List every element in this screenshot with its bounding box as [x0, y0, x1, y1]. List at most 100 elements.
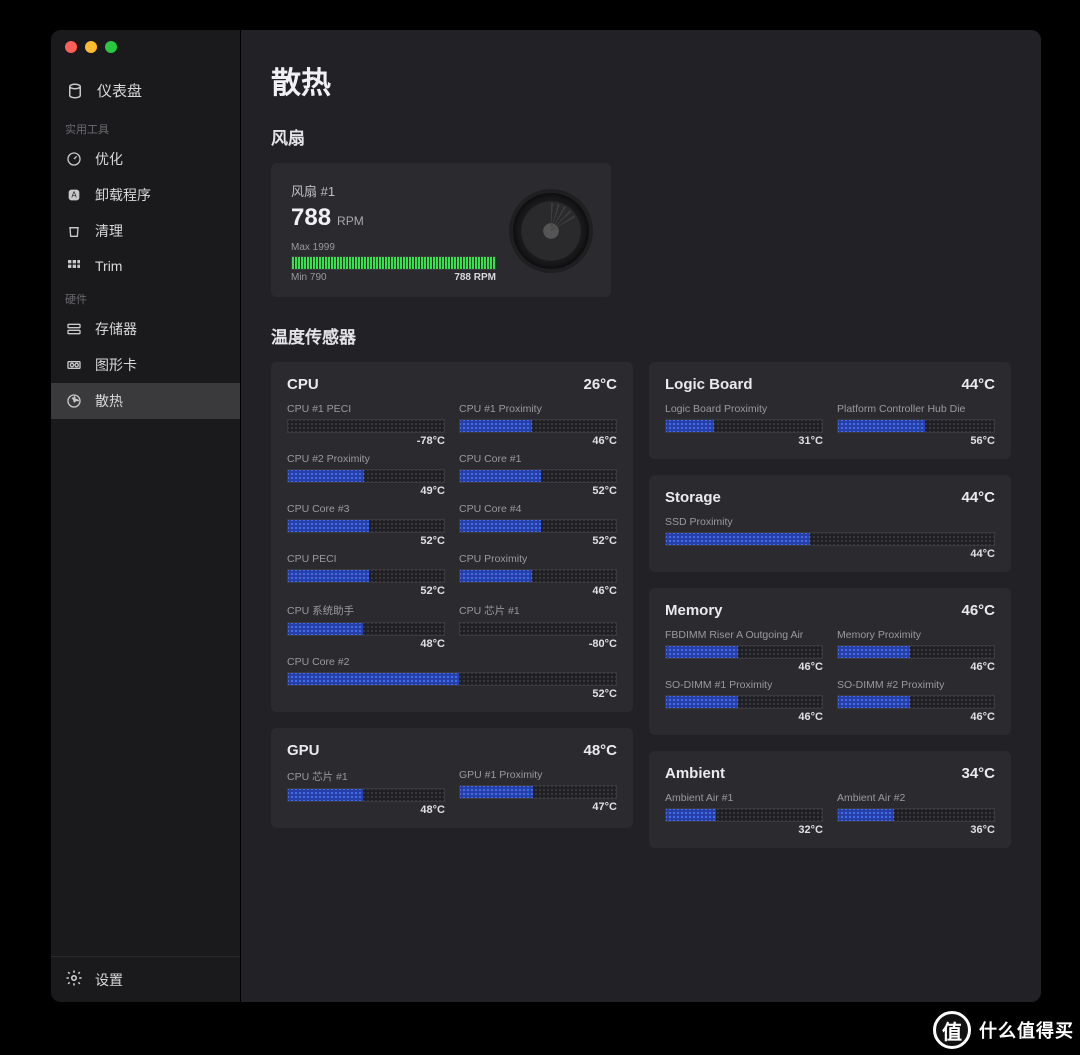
- sidebar-item-clean[interactable]: 清理: [51, 213, 240, 249]
- fan-bar: [291, 256, 496, 270]
- sidebar-item-thermal[interactable]: 散热: [51, 383, 240, 419]
- sensor-value: 56°C: [837, 435, 995, 447]
- sensor-bar: [287, 672, 617, 686]
- dashboard-icon: [65, 81, 85, 101]
- sidebar-item-label: 清理: [95, 221, 123, 241]
- fans-heading: 风扇: [271, 124, 1011, 149]
- sensor-value: 46°C: [459, 435, 617, 447]
- sensor-bar: [837, 645, 995, 659]
- sensor-bar: [665, 532, 995, 546]
- sensor-item: CPU Core #252°C: [287, 656, 617, 700]
- sensor-value: 52°C: [287, 585, 445, 597]
- gear-icon: [65, 969, 83, 990]
- fan-rpm-value: 788: [291, 204, 331, 232]
- sidebar-section-tools: 实用工具: [51, 113, 240, 141]
- sensor-item: CPU Core #352°C: [287, 503, 445, 547]
- window-controls: [51, 30, 240, 64]
- sensor-value: 48°C: [287, 638, 445, 650]
- sensors-col-right: Logic Board 44°C Logic Board Proximity31…: [649, 362, 1011, 848]
- sidebar-item-label: 优化: [95, 149, 123, 169]
- fan-min: Min 790: [291, 272, 327, 283]
- sensor-bar: [459, 569, 617, 583]
- sensor-label: GPU #1 Proximity: [459, 769, 617, 781]
- sensor-item: CPU #1 Proximity46°C: [459, 403, 617, 447]
- sensor-grid: Ambient Air #1 32°C Ambient Air #2 36°C: [665, 792, 995, 836]
- sensor-value: 44°C: [665, 548, 995, 560]
- sensor-label: Ambient Air #1: [665, 792, 823, 804]
- sidebar-item-label: 图形卡: [95, 355, 137, 375]
- sensor-item: CPU 芯片 #148°C: [287, 769, 445, 816]
- sensor-card-cpu: CPU 26°C CPU #1 PECI-78°C CPU #1 Proximit…: [271, 362, 633, 712]
- sensor-label: CPU 芯片 #1: [459, 603, 617, 618]
- sensor-bar: [287, 419, 445, 433]
- sensor-item: CPU #1 PECI-78°C: [287, 403, 445, 447]
- sensor-bar: [459, 419, 617, 433]
- sensor-bar: [665, 419, 823, 433]
- gauge-icon: [65, 150, 83, 168]
- sensor-value: 52°C: [287, 535, 445, 547]
- sensor-label: SSD Proximity: [665, 516, 995, 528]
- sensors-area: CPU 26°C CPU #1 PECI-78°C CPU #1 Proximit…: [271, 362, 1011, 848]
- sensor-item: CPU Proximity46°C: [459, 553, 617, 597]
- close-icon[interactable]: [65, 41, 77, 53]
- card-title: Ambient: [665, 765, 725, 782]
- sensor-item: CPU #2 Proximity49°C: [287, 453, 445, 497]
- sensor-grid: Logic Board Proximity31°CPlatform Contro…: [665, 403, 995, 447]
- sidebar-item-gpu[interactable]: 图形卡: [51, 347, 240, 383]
- sensor-label: CPU 芯片 #1: [287, 769, 445, 784]
- sensor-bar: [459, 519, 617, 533]
- sensor-item: GPU #1 Proximity 47°C: [459, 769, 617, 816]
- sidebar-item-uninstall[interactable]: A 卸载程序: [51, 177, 240, 213]
- sensor-item: Ambient Air #1 32°C: [665, 792, 823, 836]
- sensor-bar: [459, 469, 617, 483]
- sensor-bar: [287, 788, 445, 802]
- sensor-bar: [665, 645, 823, 659]
- sidebar-item-optimize[interactable]: 优化: [51, 141, 240, 177]
- page-title: 散热: [271, 58, 1011, 102]
- sensor-value: 49°C: [287, 485, 445, 497]
- sensor-label: CPU Core #1: [459, 453, 617, 465]
- sidebar-item-storage[interactable]: 存储器: [51, 311, 240, 347]
- sensor-value: 46°C: [665, 711, 823, 723]
- sensor-item: CPU 芯片 #1-80°C: [459, 603, 617, 650]
- sensor-bar: [287, 622, 445, 636]
- sensor-grid: SSD Proximity 44°C: [665, 516, 995, 560]
- sensor-value: 32°C: [665, 824, 823, 836]
- sensor-label: FBDIMM Riser A Outgoing Air: [665, 629, 823, 641]
- fan-illustration-icon: [513, 193, 589, 269]
- sidebar: 仪表盘 实用工具 优化 A 卸载程序 清理: [51, 30, 241, 1002]
- sensor-item: CPU Core #152°C: [459, 453, 617, 497]
- sensor-value: 31°C: [665, 435, 823, 447]
- grid-icon: [65, 257, 83, 275]
- sensor-label: Ambient Air #2: [837, 792, 995, 804]
- sensor-value: -78°C: [287, 435, 445, 447]
- minimize-icon[interactable]: [85, 41, 97, 53]
- sensor-value: 47°C: [459, 801, 617, 813]
- sidebar-settings[interactable]: 设置: [51, 956, 240, 1002]
- card-title: Memory: [665, 602, 723, 619]
- sensor-item: SO-DIMM #2 Proximity46°C: [837, 679, 995, 723]
- sensor-label: CPU Proximity: [459, 553, 617, 565]
- sidebar-item-dashboard[interactable]: 仪表盘: [51, 68, 240, 113]
- sensor-value: 52°C: [459, 535, 617, 547]
- sensor-item: CPU Core #452°C: [459, 503, 617, 547]
- card-temp: 26°C: [583, 376, 617, 393]
- sidebar-item-label: 仪表盘: [97, 80, 142, 101]
- sensor-value: 52°C: [287, 688, 617, 700]
- sensor-bar: [837, 808, 995, 822]
- watermark-badge: 值: [933, 1011, 971, 1049]
- fullscreen-icon[interactable]: [105, 41, 117, 53]
- card-temp: 48°C: [583, 742, 617, 759]
- sensor-value: 36°C: [837, 824, 995, 836]
- sidebar-section-hardware: 硬件: [51, 283, 240, 311]
- sensor-label: SO-DIMM #2 Proximity: [837, 679, 995, 691]
- sensor-bar: [287, 519, 445, 533]
- sensor-label: Memory Proximity: [837, 629, 995, 641]
- svg-text:A: A: [71, 191, 77, 200]
- sensor-item: Ambient Air #2 36°C: [837, 792, 995, 836]
- sensor-card-logic: Logic Board 44°C Logic Board Proximity31…: [649, 362, 1011, 459]
- sidebar-item-label: Trim: [95, 258, 122, 274]
- card-title: CPU: [287, 376, 319, 393]
- sidebar-item-trim[interactable]: Trim: [51, 249, 240, 283]
- sensor-label: Platform Controller Hub Die: [837, 403, 995, 415]
